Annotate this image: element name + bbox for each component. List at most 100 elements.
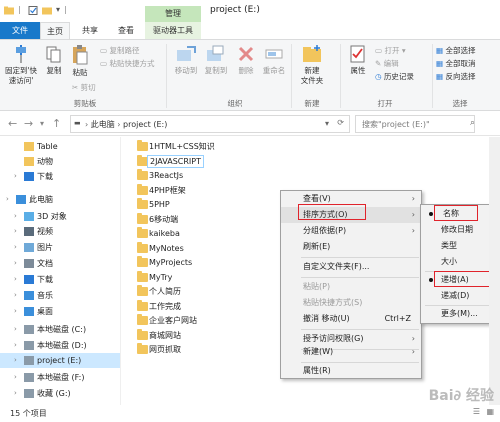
properties-icon xyxy=(350,45,365,63)
menu-item-customize-folder[interactable]: 自定义文件夹(F)... xyxy=(281,259,421,275)
new-folder-button[interactable]: 新建 文件夹 xyxy=(294,44,330,86)
address-field[interactable]: ▬ › 此电脑 › project (E:) ▾ ⟳ xyxy=(70,115,350,133)
copy-to-button[interactable]: 复制到 xyxy=(202,44,230,76)
recent-dropdown-icon[interactable]: ▾ xyxy=(40,117,44,131)
ribbon: 固定到'快 速访问' 复制 粘贴 ▭ 复制路径 ▭ 粘贴快捷方式 ✂ 剪切 剪贴… xyxy=(0,39,500,111)
highlight-box-sort-by xyxy=(298,204,366,220)
manage-context-tab[interactable]: 管理 xyxy=(145,6,201,22)
copy-path-button[interactable]: ▭ 复制路径 xyxy=(100,45,139,56)
large-icons-view-icon[interactable]: ▦ xyxy=(486,407,494,416)
expand-chevron-icon[interactable]: › xyxy=(14,209,17,224)
nav-item[interactable]: › 收藏 (G:) xyxy=(0,386,120,401)
folder-icon xyxy=(137,299,148,311)
nav-item[interactable]: › 下载 xyxy=(0,169,120,184)
cut-button[interactable]: ✂ 剪切 xyxy=(72,82,96,93)
menu-item-new[interactable]: 新建(W) › xyxy=(281,344,421,360)
tab-file[interactable]: 文件 xyxy=(0,22,40,39)
expand-chevron-icon[interactable]: › xyxy=(14,353,17,368)
nav-item[interactable]: › 视频 xyxy=(0,224,120,239)
refresh-icon[interactable]: ⟳ xyxy=(337,118,344,127)
forward-arrow-icon[interactable]: → xyxy=(24,117,33,131)
disk-icon xyxy=(24,373,34,382)
folder-icon xyxy=(137,343,148,354)
nav-item[interactable]: › 本地磁盘 (D:) xyxy=(0,338,120,353)
nav-item[interactable]: › 桌面 xyxy=(0,304,120,319)
breadcrumb-this-pc[interactable]: 此电脑 xyxy=(91,120,115,129)
menu-item-properties[interactable]: 属性(R) xyxy=(281,363,421,379)
menu-item-undo-move[interactable]: 撤消 移动(U) Ctrl+Z xyxy=(281,311,421,327)
sort-item-size[interactable]: 大小 xyxy=(421,254,499,270)
expand-chevron-icon[interactable]: › xyxy=(14,169,17,184)
menu-item-paste-shortcut[interactable]: 粘贴快捷方式(S) xyxy=(281,295,421,311)
properties-quick-icon[interactable] xyxy=(28,5,38,16)
sort-item-date-modified[interactable]: 修改日期 xyxy=(421,222,499,238)
sort-item-type[interactable]: 类型 xyxy=(421,238,499,254)
3d-icon xyxy=(24,212,34,221)
expand-chevron-icon[interactable]: › xyxy=(14,272,17,287)
tab-share[interactable]: 共享 xyxy=(72,22,108,39)
search-input[interactable]: 搜索"project (E:)" xyxy=(355,115,475,133)
menu-item-refresh[interactable]: 刷新(E) xyxy=(281,239,421,255)
highlight-box-name xyxy=(434,205,478,221)
expand-chevron-icon[interactable]: › xyxy=(14,304,17,319)
new-folder-quick-icon[interactable] xyxy=(42,5,52,16)
file-name: 工作完成 xyxy=(149,301,181,311)
nav-item[interactable]: › 本地磁盘 (F:) xyxy=(0,370,120,385)
expand-chevron-icon[interactable]: › xyxy=(14,370,17,385)
nav-item[interactable]: › project (E:) xyxy=(0,353,120,368)
expand-chevron-icon[interactable]: › xyxy=(14,240,17,255)
tab-view[interactable]: 查看 xyxy=(110,22,142,39)
breadcrumb-drive[interactable]: project (E:) xyxy=(123,120,167,129)
copy-to-label: 复制到 xyxy=(204,66,228,75)
nav-item-label: 本地磁盘 (F:) xyxy=(37,373,85,382)
nav-item[interactable]: Table xyxy=(0,139,120,154)
expand-chevron-icon[interactable]: › xyxy=(6,192,9,207)
invert-selection-button[interactable]: ▦ 反向选择 xyxy=(436,71,475,82)
vertical-scrollbar[interactable] xyxy=(489,137,500,405)
nav-item[interactable]: › 下载 xyxy=(0,272,120,287)
expand-chevron-icon[interactable]: › xyxy=(14,256,17,271)
folder-icon xyxy=(137,241,148,253)
file-name: 企业客户网站 xyxy=(149,316,197,325)
back-arrow-icon[interactable]: ← xyxy=(8,117,17,131)
nav-item[interactable]: 动物 xyxy=(0,154,120,169)
open-button[interactable]: ▭ 打开 ▾ xyxy=(375,45,406,56)
expand-chevron-icon[interactable]: › xyxy=(14,338,17,353)
nav-item[interactable]: › 本地磁盘 (C:) xyxy=(0,322,120,337)
details-view-icon[interactable]: ☰ xyxy=(473,407,480,416)
expand-chevron-icon[interactable]: › xyxy=(14,386,17,401)
paste-shortcut-button[interactable]: ▭ 粘贴快捷方式 xyxy=(100,58,154,69)
disk-icon xyxy=(24,325,34,334)
disk-icon xyxy=(24,356,34,365)
select-all-button[interactable]: ▦ 全部选择 xyxy=(436,45,475,56)
menu-item-paste[interactable]: 粘贴(P) xyxy=(281,279,421,295)
nav-item[interactable]: › 此电脑 xyxy=(0,192,120,207)
sort-item-more[interactable]: 更多(M)... xyxy=(421,306,499,322)
nav-item[interactable]: › 音乐 xyxy=(0,288,120,303)
select-none-button[interactable]: ▦ 全部取消 xyxy=(436,58,475,69)
address-dropdown-icon[interactable]: ▾ xyxy=(325,119,329,128)
expand-chevron-icon[interactable]: › xyxy=(14,288,17,303)
menu-item-group-by[interactable]: 分组依据(P) › xyxy=(281,223,421,239)
expand-chevron-icon[interactable]: › xyxy=(14,224,17,239)
search-icon[interactable]: ⌕ xyxy=(470,118,475,128)
edit-button[interactable]: ✎ 编辑 xyxy=(375,58,399,69)
nav-item[interactable]: › 图片 xyxy=(0,240,120,255)
sort-item-descending[interactable]: 递减(D) xyxy=(421,288,499,304)
paste-button[interactable]: 粘贴 xyxy=(68,44,92,78)
delete-button[interactable]: 删除 xyxy=(234,44,258,76)
pin-quick-access-button[interactable]: 固定到'快 速访问' xyxy=(4,44,38,86)
up-arrow-icon[interactable]: ↑ xyxy=(52,117,61,131)
properties-button[interactable]: 属性 xyxy=(346,44,370,76)
tab-home[interactable]: 主页 xyxy=(40,22,70,39)
expand-chevron-icon[interactable]: › xyxy=(14,322,17,337)
tab-drive-tools[interactable]: 驱动器工具 xyxy=(145,22,201,39)
new-folder-icon xyxy=(303,45,321,62)
rename-button[interactable]: 重命名 xyxy=(260,44,288,76)
move-to-button[interactable]: 移动到 xyxy=(172,44,200,76)
history-button[interactable]: ◷ 历史记录 xyxy=(375,71,414,82)
nav-item[interactable]: › 3D 对象 xyxy=(0,209,120,224)
file-name: MyTry xyxy=(149,272,173,282)
nav-item[interactable]: › 文档 xyxy=(0,256,120,271)
copy-button[interactable]: 复制 xyxy=(42,44,66,76)
